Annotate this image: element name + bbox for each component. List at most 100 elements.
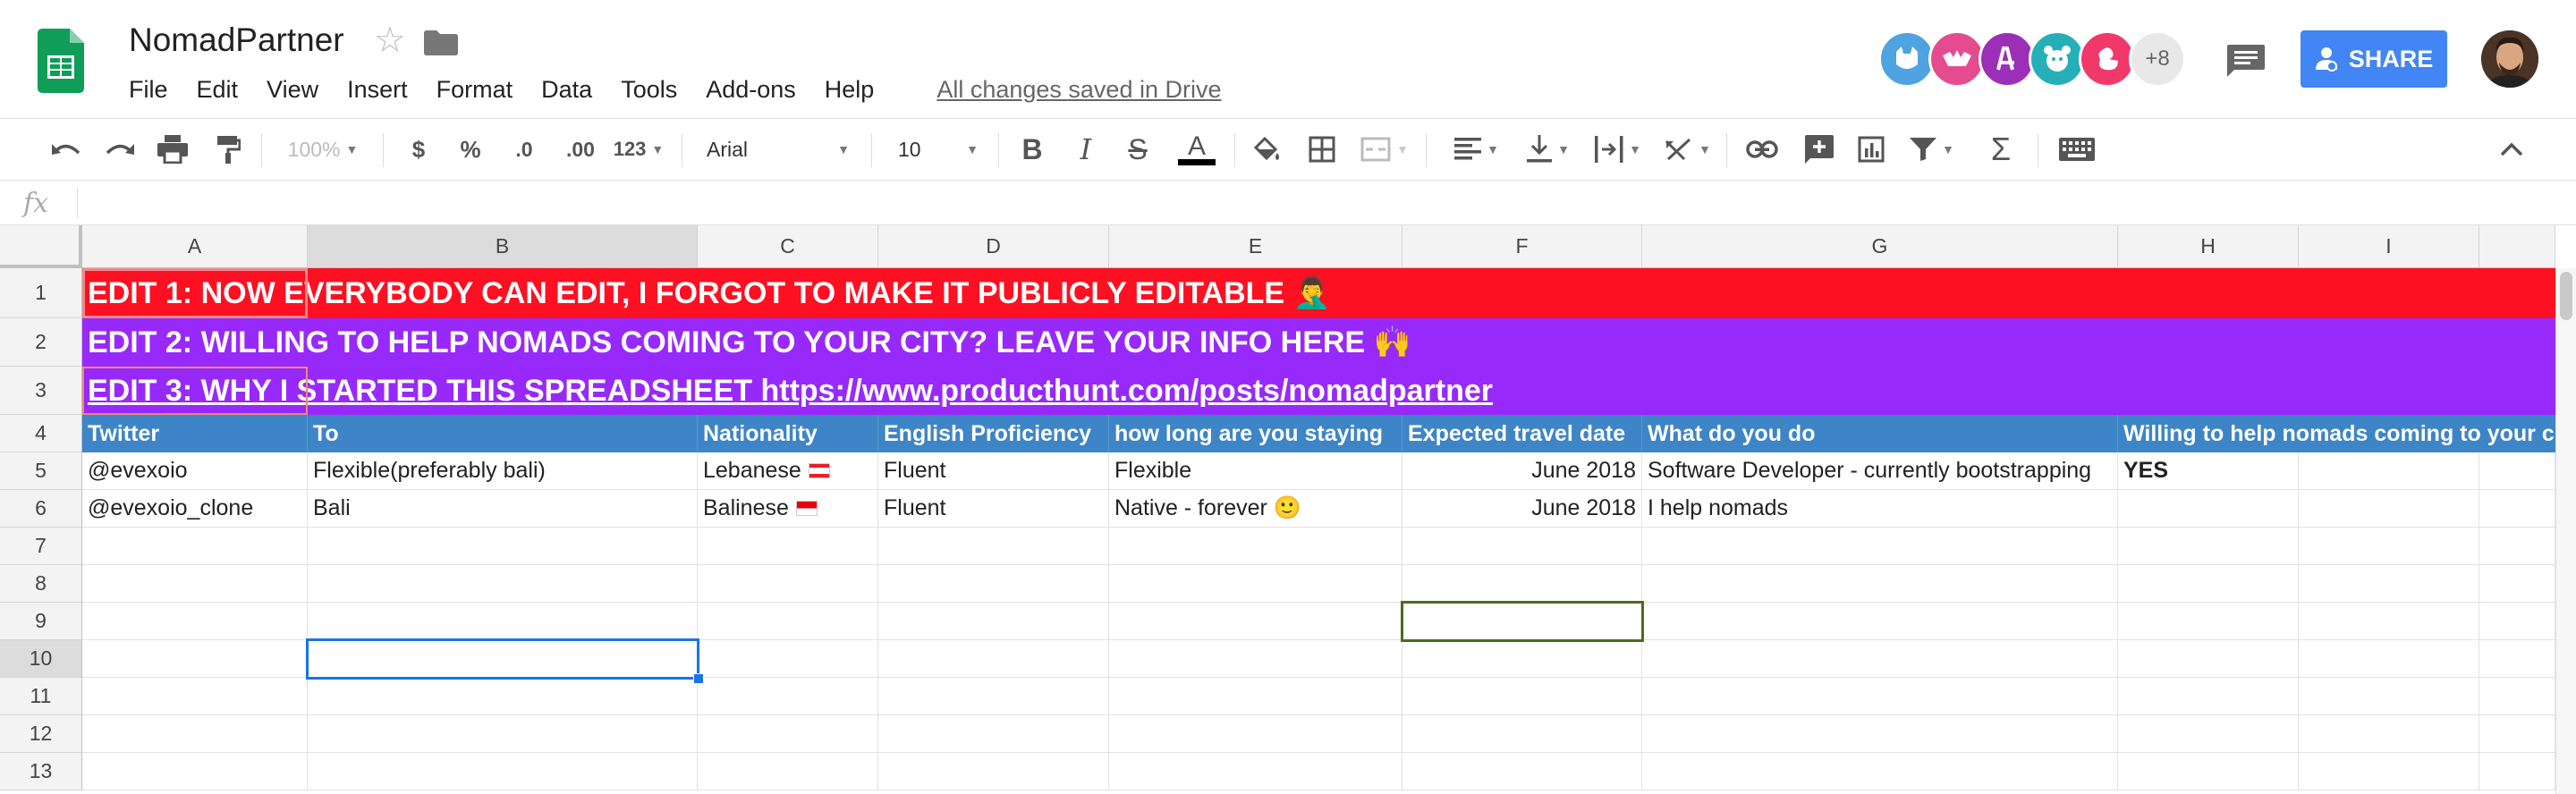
merge-icon[interactable]: ▼ bbox=[1356, 128, 1413, 171]
fill-handle[interactable] bbox=[693, 673, 704, 684]
strikethrough-icon[interactable]: S bbox=[1118, 128, 1157, 171]
cell-h7[interactable] bbox=[2118, 528, 2299, 565]
cell-h12[interactable] bbox=[2118, 715, 2299, 753]
cell-f13[interactable] bbox=[1402, 753, 1642, 790]
cell-j9[interactable] bbox=[2479, 603, 2555, 640]
cell-h11[interactable] bbox=[2118, 678, 2299, 715]
cell-a11[interactable] bbox=[82, 678, 308, 715]
row-header-9[interactable]: 9 bbox=[0, 603, 82, 640]
row-header-2[interactable]: 2 bbox=[0, 318, 82, 367]
banner-row-1[interactable]: EDIT 1: NOW EVERYBODY CAN EDIT, I FORGOT… bbox=[82, 268, 2555, 318]
row-header-10[interactable]: 10 bbox=[0, 640, 82, 678]
align-left-icon[interactable]: ▼ bbox=[1449, 128, 1504, 171]
cell-b6[interactable]: Bali bbox=[308, 490, 698, 528]
cell-d8[interactable] bbox=[878, 565, 1109, 603]
cell-e8[interactable] bbox=[1109, 565, 1402, 603]
menu-edit[interactable]: Edit bbox=[197, 76, 239, 104]
cell-i9[interactable] bbox=[2299, 603, 2479, 640]
cell-h9[interactable] bbox=[2118, 603, 2299, 640]
cell-i12[interactable] bbox=[2299, 715, 2479, 753]
cell-f6[interactable]: June 2018 bbox=[1402, 490, 1642, 528]
cell-d9[interactable] bbox=[878, 603, 1109, 640]
cell-d13[interactable] bbox=[878, 753, 1109, 790]
font-family-select[interactable]: Arial ▼ bbox=[698, 128, 859, 171]
cell-g7[interactable] bbox=[1642, 528, 2118, 565]
header-travel-date[interactable]: Expected travel date bbox=[1402, 415, 1642, 452]
column-header-a[interactable]: A bbox=[82, 225, 308, 268]
percent-button[interactable]: % bbox=[453, 128, 488, 171]
row-header-3[interactable]: 3 bbox=[0, 367, 82, 415]
cell-e13[interactable] bbox=[1109, 753, 1402, 790]
row-header-4[interactable]: 4 bbox=[0, 415, 82, 452]
comments-icon[interactable] bbox=[2227, 45, 2265, 77]
star-icon[interactable]: ☆ bbox=[374, 20, 406, 61]
share-button[interactable]: SHARE bbox=[2301, 30, 2447, 88]
menu-file[interactable]: File bbox=[129, 76, 168, 104]
header-willing-to-help[interactable]: Willing to help nomads coming to your ci… bbox=[2118, 415, 2555, 452]
cell-e11[interactable] bbox=[1109, 678, 1402, 715]
row-header-13[interactable]: 13 bbox=[0, 753, 82, 790]
column-header-h[interactable]: H bbox=[2118, 225, 2299, 268]
increase-decimals-button[interactable]: .00 bbox=[553, 128, 608, 171]
fill-color-icon[interactable] bbox=[1247, 128, 1286, 171]
cell-f12[interactable] bbox=[1402, 715, 1642, 753]
column-header-d[interactable]: D bbox=[878, 225, 1109, 268]
menu-format[interactable]: Format bbox=[436, 76, 513, 104]
cell-g12[interactable] bbox=[1642, 715, 2118, 753]
paint-format-icon[interactable] bbox=[206, 128, 250, 171]
cell-a12[interactable] bbox=[82, 715, 308, 753]
row-header-12[interactable]: 12 bbox=[0, 715, 82, 753]
column-header-b[interactable]: B bbox=[308, 225, 698, 268]
column-header-j[interactable] bbox=[2479, 225, 2555, 268]
menu-data[interactable]: Data bbox=[541, 76, 592, 104]
save-status-link[interactable]: All changes saved in Drive bbox=[936, 76, 1221, 104]
cell-d6[interactable]: Fluent bbox=[878, 490, 1109, 528]
select-all-corner[interactable] bbox=[0, 225, 82, 268]
cell-h6[interactable] bbox=[2118, 490, 2299, 528]
cell-i8[interactable] bbox=[2299, 565, 2479, 603]
column-header-g[interactable]: G bbox=[1642, 225, 2118, 268]
cell-i13[interactable] bbox=[2299, 753, 2479, 790]
cell-c7[interactable] bbox=[698, 528, 878, 565]
filter-icon[interactable]: ▼ bbox=[1905, 128, 1959, 171]
cell-i11[interactable] bbox=[2299, 678, 2479, 715]
document-title[interactable]: NomadPartner bbox=[129, 21, 344, 59]
column-header-f[interactable]: F bbox=[1402, 225, 1642, 268]
cell-a13[interactable] bbox=[82, 753, 308, 790]
currency-button[interactable]: $ bbox=[401, 128, 436, 171]
menu-help[interactable]: Help bbox=[825, 76, 875, 104]
row-header-11[interactable]: 11 bbox=[0, 678, 82, 715]
cell-d12[interactable] bbox=[878, 715, 1109, 753]
menu-view[interactable]: View bbox=[267, 76, 318, 104]
header-twitter[interactable]: Twitter bbox=[82, 415, 308, 452]
cell-g6[interactable]: I help nomads bbox=[1642, 490, 2118, 528]
cell-j6[interactable] bbox=[2479, 490, 2555, 528]
header-english-proficiency[interactable]: English Proficiency bbox=[878, 415, 1109, 452]
cell-g10[interactable] bbox=[1642, 640, 2118, 678]
cell-d11[interactable] bbox=[878, 678, 1109, 715]
cell-a6[interactable]: @evexoio_clone bbox=[82, 490, 308, 528]
cell-i5[interactable] bbox=[2299, 452, 2479, 490]
cell-j5[interactable] bbox=[2479, 452, 2555, 490]
cell-g9[interactable] bbox=[1642, 603, 2118, 640]
cell-e12[interactable] bbox=[1109, 715, 1402, 753]
active-cell-b10[interactable] bbox=[306, 638, 699, 680]
cell-j12[interactable] bbox=[2479, 715, 2555, 753]
cell-e9[interactable] bbox=[1109, 603, 1402, 640]
cell-b12[interactable] bbox=[308, 715, 698, 753]
cell-i6[interactable] bbox=[2299, 490, 2479, 528]
cell-a7[interactable] bbox=[82, 528, 308, 565]
cell-d10[interactable] bbox=[878, 640, 1109, 678]
cell-g5[interactable]: Software Developer - currently bootstrap… bbox=[1642, 452, 2118, 490]
cell-b5[interactable]: Flexible(preferably bali) bbox=[308, 452, 698, 490]
cell-f10[interactable] bbox=[1402, 640, 1642, 678]
cell-j11[interactable] bbox=[2479, 678, 2555, 715]
column-header-i[interactable]: I bbox=[2299, 225, 2479, 268]
bold-icon[interactable]: B bbox=[1013, 128, 1052, 171]
cell-d5[interactable]: Fluent bbox=[878, 452, 1109, 490]
cell-c9[interactable] bbox=[698, 603, 878, 640]
cell-f8[interactable] bbox=[1402, 565, 1642, 603]
collaborator-avatar[interactable] bbox=[1979, 30, 2036, 88]
cell-h13[interactable] bbox=[2118, 753, 2299, 790]
menu-insert[interactable]: Insert bbox=[347, 76, 408, 104]
